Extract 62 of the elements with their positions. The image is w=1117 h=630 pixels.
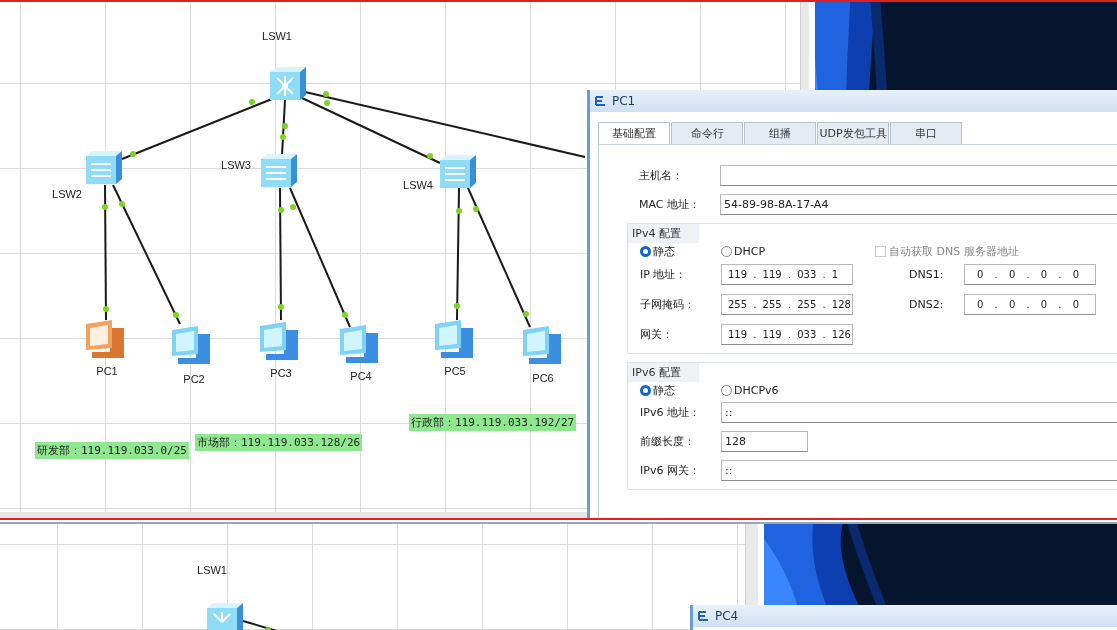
device-label: PC6 (532, 372, 554, 384)
switch-icon[interactable] (440, 155, 476, 188)
dns-field[interactable]: 0 . 0 . 0 . 0 (964, 263, 1096, 285)
dialog-title: PC4 (715, 609, 739, 623)
ip-field[interactable]: 255 . 255 . 255 . 128 (721, 293, 853, 315)
link-line (242, 620, 278, 630)
subnet-note: 研发部：119.119.033.0/25 (35, 442, 189, 459)
app-icon (594, 94, 608, 108)
field-label: IPv6 网关： (639, 463, 701, 478)
group-title: IPv6 配置 (628, 363, 699, 382)
device-label: LSW4 (403, 179, 433, 191)
computer-icon[interactable] (435, 320, 473, 358)
subnet-note: 行政部：119.119.033.192/27 (409, 414, 577, 431)
field-label: 前缀长度： (639, 434, 696, 449)
dns-field[interactable]: 0 . 0 . 0 . 0 (964, 293, 1096, 315)
device-label: PC2 (183, 373, 205, 385)
tab[interactable]: 组播 (744, 122, 816, 144)
radio-button[interactable]: 静态 (640, 243, 721, 259)
field-label: MAC 地址： (638, 196, 701, 212)
field-label: DNS2: (909, 297, 945, 311)
field-label: 网关： (639, 326, 674, 342)
core-switch-icon[interactable] (207, 603, 243, 630)
group-title: IPv4 配置 (628, 224, 699, 243)
computer-icon[interactable] (86, 320, 124, 358)
switch-icon[interactable] (86, 151, 122, 184)
switch-icon[interactable] (261, 154, 297, 187)
ipv6-field[interactable]: 128 (721, 431, 808, 452)
field-label: IPv6 地址： (639, 405, 701, 420)
tab[interactable]: UDP发包工具 (817, 122, 889, 144)
computer-icon[interactable] (172, 326, 210, 364)
subnet-note: 市场部：119.119.033.128/26 (195, 434, 363, 451)
radio-button[interactable]: DHCP (721, 244, 766, 258)
device-label: PC5 (444, 365, 466, 377)
host-name-field[interactable] (720, 164, 1117, 186)
field-label: IP 地址： (639, 266, 688, 282)
tab[interactable]: 串口 (890, 122, 962, 144)
computer-icon[interactable] (260, 322, 298, 360)
mac-field[interactable]: 54-89-98-8A-17-A4 (720, 193, 1117, 215)
field-label: DNS1: (909, 267, 945, 281)
computer-icon[interactable] (340, 325, 378, 363)
field-label: 子网掩码： (639, 296, 696, 312)
device-label: LSW1 (197, 564, 227, 576)
radio-button[interactable]: 静态 (640, 382, 721, 398)
device-label: LSW3 (221, 159, 251, 171)
ipv6-field[interactable]: :: (721, 402, 1117, 423)
device-label: PC4 (350, 370, 372, 382)
device-label: PC1 (96, 365, 118, 377)
link-line (280, 99, 288, 156)
device-label: LSW1 (262, 30, 292, 42)
tab[interactable]: 基础配置 (598, 122, 670, 144)
computer-icon[interactable] (523, 326, 561, 364)
device-label: PC3 (270, 367, 292, 379)
ip-field[interactable]: 119 . 119 . 033 . 126 (721, 323, 853, 345)
tab[interactable]: 命令行 (671, 122, 743, 144)
core-switch-icon[interactable] (270, 67, 306, 100)
field-label: 主机名： (638, 167, 684, 183)
radio-button[interactable]: DHCPv6 (721, 383, 779, 397)
ipv6-field[interactable]: :: (721, 460, 1117, 481)
dialog-title: PC1 (612, 94, 636, 108)
device-label: LSW2 (52, 188, 82, 200)
app-icon (697, 609, 711, 623)
ip-field[interactable]: 119 . 119 . 033 . 1 (721, 263, 853, 285)
